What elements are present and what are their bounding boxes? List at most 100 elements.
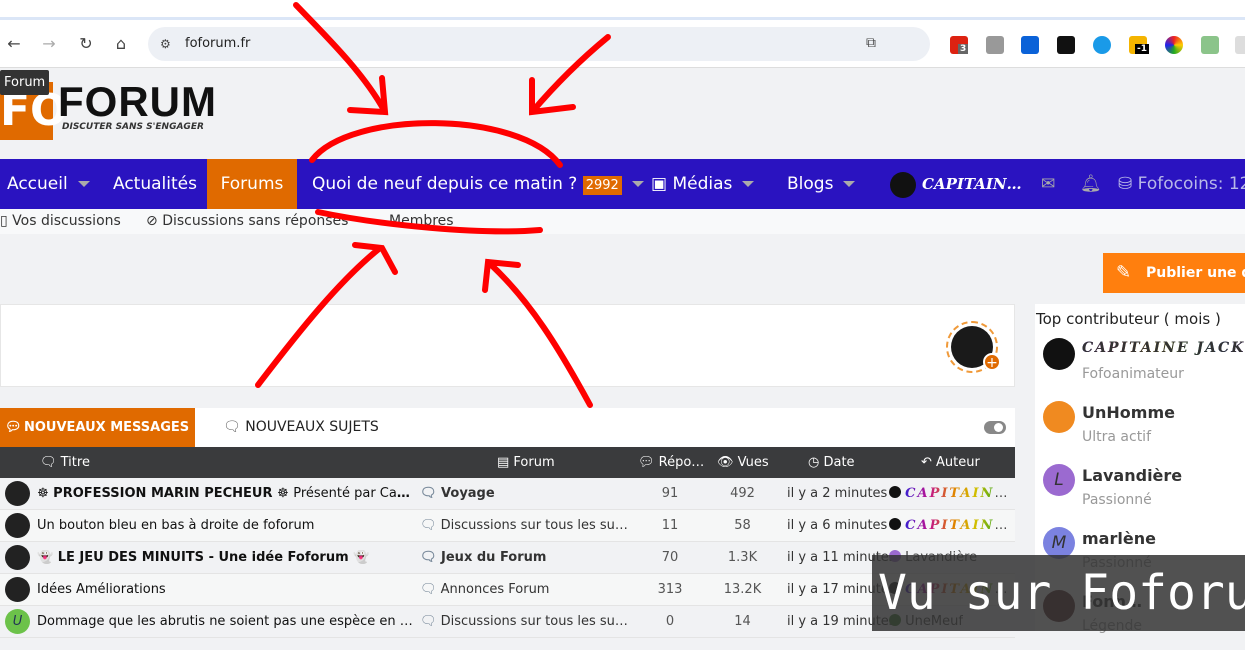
forum-link[interactable]: 🗨︎ Discussions sur tous les sujets … (420, 614, 630, 629)
table-row[interactable]: Un bouton bleu en bas à droite de foforu… (0, 510, 1015, 542)
book-icon: ▯ (0, 213, 13, 229)
contributor-item[interactable]: L Lavandière Passionné (1043, 464, 1243, 524)
replies-count: 70 (661, 550, 679, 565)
extensions-puzzle-icon[interactable] (1235, 36, 1245, 54)
table-row[interactable]: U Dommage que les abrutis ne soient pas … (0, 606, 1015, 638)
views-count: 1.3K (727, 550, 758, 565)
avatar[interactable] (5, 481, 30, 506)
nav-actualites[interactable]: Actualités (113, 159, 197, 209)
replies-count: 0 (665, 614, 675, 629)
home-icon[interactable]: ⌂ (109, 32, 133, 56)
table-row[interactable]: ☸ PROFESSION MARIN PECHEUR ☸ Présenté pa… (0, 478, 1015, 510)
comments-icon: 🗨︎ (420, 582, 441, 597)
extension-icon[interactable] (1165, 36, 1183, 54)
subnav-unanswered[interactable]: ⊘ Discussions sans réponses (146, 213, 348, 229)
fofocoins[interactable]: ⛁ Fofocoins: 12 (1118, 159, 1245, 209)
user-menu[interactable]: CAPITAIN… (890, 159, 1022, 209)
date: il y a 2 minutes (787, 486, 888, 501)
contributor-item[interactable]: UnHomme Ultra actif (1043, 401, 1243, 461)
avatar (889, 518, 901, 530)
avatar[interactable] (5, 513, 30, 538)
thread-title[interactable]: ☸ PROFESSION MARIN PECHEUR ☸ Présenté pa… (37, 486, 415, 501)
tab-new-messages[interactable]: 💬︎ NOUVEAUX MESSAGES (0, 408, 195, 447)
envelope-icon[interactable]: ✉ (1041, 159, 1055, 209)
contributor-rank: Passionné (1082, 492, 1152, 508)
thread-title[interactable]: Idées Améliorations (37, 582, 166, 597)
author-link[interactable]: CAPITAINE JA… (889, 518, 1011, 533)
author-link[interactable]: CAPITAINE JA… (889, 486, 1011, 501)
forum-link[interactable]: 🗨︎ Voyage (420, 486, 495, 501)
extension-icon[interactable] (986, 36, 1004, 54)
reload-icon[interactable]: ↻ (74, 32, 98, 56)
extension-icon[interactable]: -1 (1129, 36, 1149, 54)
forum-link[interactable]: 🗨︎ Discussions sur tous les sujets … (420, 518, 630, 533)
nav-blogs[interactable]: Blogs (787, 159, 856, 209)
chevron-down-icon[interactable] (843, 181, 856, 187)
contributor-name[interactable]: UnHomme (1082, 403, 1175, 422)
plus-icon[interactable]: + (983, 353, 1001, 371)
ban-icon: ⊘ (146, 213, 163, 229)
contributor-name[interactable]: CAPITAINE JACK (1082, 340, 1245, 356)
avatar (890, 172, 916, 198)
thread-title[interactable]: Dommage que les abrutis ne soient pas un… (37, 614, 415, 629)
col-date[interactable]: ◷ Date (808, 455, 855, 470)
views-count: 492 (730, 486, 755, 501)
subnav-members[interactable]: Membres (389, 213, 454, 229)
col-title[interactable]: 🗨︎ Titre (40, 455, 90, 470)
contributor-name[interactable]: marlène (1082, 529, 1156, 548)
replies-count: 313 (657, 582, 683, 597)
extension-icon[interactable] (1057, 36, 1075, 54)
comments-icon: 🗨︎ (420, 614, 441, 629)
avatar[interactable] (1043, 338, 1075, 370)
forum-link[interactable]: 🗨︎ Annonces Forum (420, 582, 549, 597)
replies-count: 91 (661, 486, 679, 501)
nav-accueil[interactable]: Accueil (7, 159, 90, 209)
avatar[interactable] (5, 545, 30, 570)
nav-forums[interactable]: Forums (207, 159, 297, 209)
thread-title[interactable]: 👻 LE JEU DES MINUITS - Une idée Foforum … (37, 550, 369, 565)
chevron-down-icon[interactable] (742, 181, 755, 187)
col-author[interactable]: ↶ Auteur (921, 455, 980, 470)
extension-icon[interactable] (1021, 36, 1039, 54)
chevron-down-icon[interactable] (631, 181, 644, 187)
avatar[interactable]: + (946, 321, 1001, 373)
extension-icon[interactable] (1093, 36, 1111, 54)
avatar[interactable] (5, 577, 30, 602)
thread-title[interactable]: Un bouton bleu en bas à droite de foforu… (37, 518, 314, 533)
edit-icon: ✎ (1116, 262, 1132, 283)
publish-discussion-button[interactable]: ✎Publier une dis (1103, 253, 1245, 293)
chevron-down-icon[interactable] (77, 181, 90, 187)
extension-icon[interactable]: 3 (950, 36, 969, 54)
contributor-item[interactable]: CAPITAINE JACK Fofoanimateur (1043, 338, 1243, 398)
url-text: foforum.fr (185, 36, 251, 51)
address-bar[interactable]: ⚙ foforum.fr ⧉ (148, 27, 930, 61)
nav-whats-new[interactable]: Quoi de neuf depuis ce matin ? 2992 (312, 159, 644, 209)
browser-tab-strip (0, 0, 1245, 20)
contributor-rank: Fofoanimateur (1082, 366, 1184, 382)
replies-count: 11 (661, 518, 679, 533)
bell-icon[interactable]: 🔔︎ (1080, 159, 1102, 209)
back-icon[interactable]: ← (2, 32, 26, 56)
toggle-switch[interactable] (984, 421, 1006, 434)
nav-medias[interactable]: ▣ Médias (651, 159, 755, 209)
col-forum[interactable]: ▤ Forum (497, 455, 555, 470)
forum-link[interactable]: 🗨︎ Jeux du Forum (420, 550, 546, 565)
tab-new-topics[interactable]: 🗨︎ NOUVEAUX SUJETS (223, 408, 379, 447)
avatar[interactable]: L (1043, 464, 1075, 496)
install-icon[interactable]: ⧉ (866, 35, 876, 51)
table-row[interactable]: Idées Améliorations 🗨︎ Annonces Forum 31… (0, 574, 1015, 606)
extension-icon[interactable] (1201, 36, 1219, 54)
subnav-your-discussions[interactable]: ▯ Vos discussions (0, 213, 121, 229)
contributor-rank: Ultra actif (1082, 429, 1151, 445)
site-settings-icon[interactable]: ⚙ (160, 37, 171, 51)
comments-icon: 🗨︎ (420, 550, 442, 565)
col-replies[interactable]: 💬︎ Répo… (638, 455, 704, 470)
avatar[interactable] (1043, 401, 1075, 433)
col-views[interactable]: 👁︎ Vues (717, 455, 769, 470)
sub-nav: ▯ Vos discussions ⊘ Discussions sans rép… (0, 209, 1245, 234)
forward-icon[interactable]: → (37, 32, 61, 56)
table-row[interactable]: 👻 LE JEU DES MINUITS - Une idée Foforum … (0, 542, 1015, 574)
contributor-name[interactable]: Lavandière (1082, 466, 1182, 485)
avatar[interactable]: U (5, 609, 30, 634)
comments-icon: 🗨︎ (420, 518, 441, 533)
